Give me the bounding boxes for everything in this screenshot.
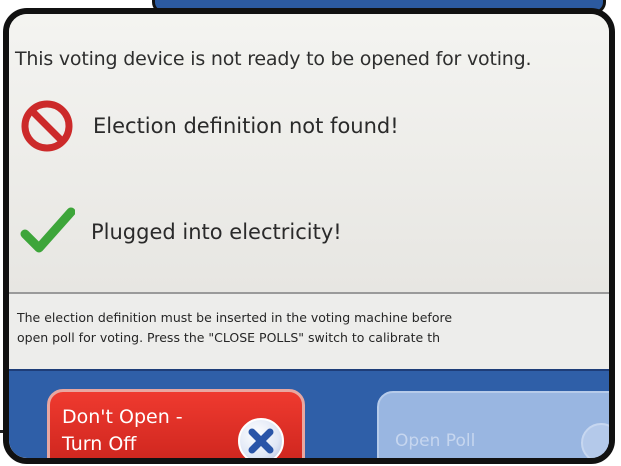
status-panel: This voting device is not ready to be op… [9, 14, 609, 294]
instructions-text: The election definition must be inserted… [17, 308, 609, 348]
close-x-icon [238, 418, 284, 458]
open-poll-label: Open Poll [395, 431, 476, 451]
dont-open-turn-off-button[interactable]: Don't Open - Turn Off [47, 389, 305, 458]
instructions-line-2: open poll for voting. Press the "CLOSE P… [17, 330, 441, 345]
not-ready-notice: This voting device is not ready to be op… [15, 48, 532, 70]
dont-open-label-line-2: Turn Off [62, 433, 137, 455]
action-bar: Don't Open - Turn Off Open Poll [9, 369, 609, 458]
status-text-power: Plugged into electricity! [91, 220, 342, 244]
dont-open-label: Don't Open - Turn Off [62, 404, 183, 458]
dont-open-label-line-1: Don't Open - [62, 406, 183, 428]
checkmark-icon [20, 207, 75, 253]
screen-frame: This voting device is not ready to be op… [3, 8, 615, 464]
instructions-line-1: The election definition must be inserted… [17, 310, 453, 325]
status-row-election-definition: Election definition not found! [19, 98, 399, 154]
status-text-election-definition: Election definition not found! [93, 114, 399, 138]
open-poll-icon [581, 423, 609, 458]
no-entry-icon [21, 100, 73, 152]
open-poll-button[interactable]: Open Poll [377, 391, 609, 458]
status-row-power: Plugged into electricity! [19, 204, 342, 260]
